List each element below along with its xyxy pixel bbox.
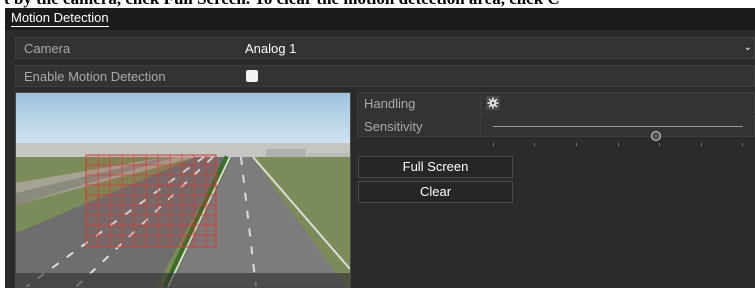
sensitivity-divider	[480, 116, 481, 136]
slider-tick	[618, 143, 619, 146]
sensitivity-slider-thumb[interactable]	[650, 131, 661, 141]
slider-tick	[493, 143, 494, 146]
camera-label: Camera	[24, 41, 71, 56]
camera-preview[interactable]	[15, 92, 351, 288]
handling-label: Handling	[364, 96, 416, 111]
slider-tick	[742, 143, 743, 146]
full-screen-button[interactable]: Full Screen	[358, 156, 513, 178]
camera-preview-image	[16, 93, 350, 287]
enable-motion-row: Enable Motion Detection	[15, 65, 755, 87]
sensitivity-row: Sensitivity	[357, 115, 755, 146]
motion-detection-window: Motion Detection Camera Analog 1 ⌄ Enabl…	[5, 8, 755, 288]
chevron-down-icon[interactable]: ⌄	[744, 42, 752, 53]
enable-motion-checkbox[interactable]	[246, 70, 258, 82]
slider-tick	[659, 143, 660, 146]
window-title: Motion Detection	[11, 10, 109, 27]
handling-divider	[480, 93, 481, 113]
title-bar: Motion Detection	[5, 8, 755, 30]
clear-button[interactable]: Clear	[358, 181, 513, 203]
slider-tick	[576, 143, 577, 146]
instruction-text: t by the camera, click Full Screen. To c…	[4, 0, 560, 8]
sensitivity-label: Sensitivity	[364, 119, 423, 134]
handling-row: Handling	[357, 92, 755, 114]
camera-select[interactable]: Camera Analog 1 ⌄	[15, 37, 755, 59]
gear-icon-glyph	[487, 97, 499, 109]
instruction-text-strip: t by the camera, click Full Screen. To c…	[0, 0, 755, 8]
gear-icon[interactable]	[486, 96, 500, 110]
slider-tick	[701, 143, 702, 146]
slider-tick	[534, 143, 535, 146]
camera-value: Analog 1	[245, 41, 297, 56]
enable-motion-label: Enable Motion Detection	[24, 69, 166, 84]
sensitivity-slider[interactable]	[493, 126, 743, 146]
